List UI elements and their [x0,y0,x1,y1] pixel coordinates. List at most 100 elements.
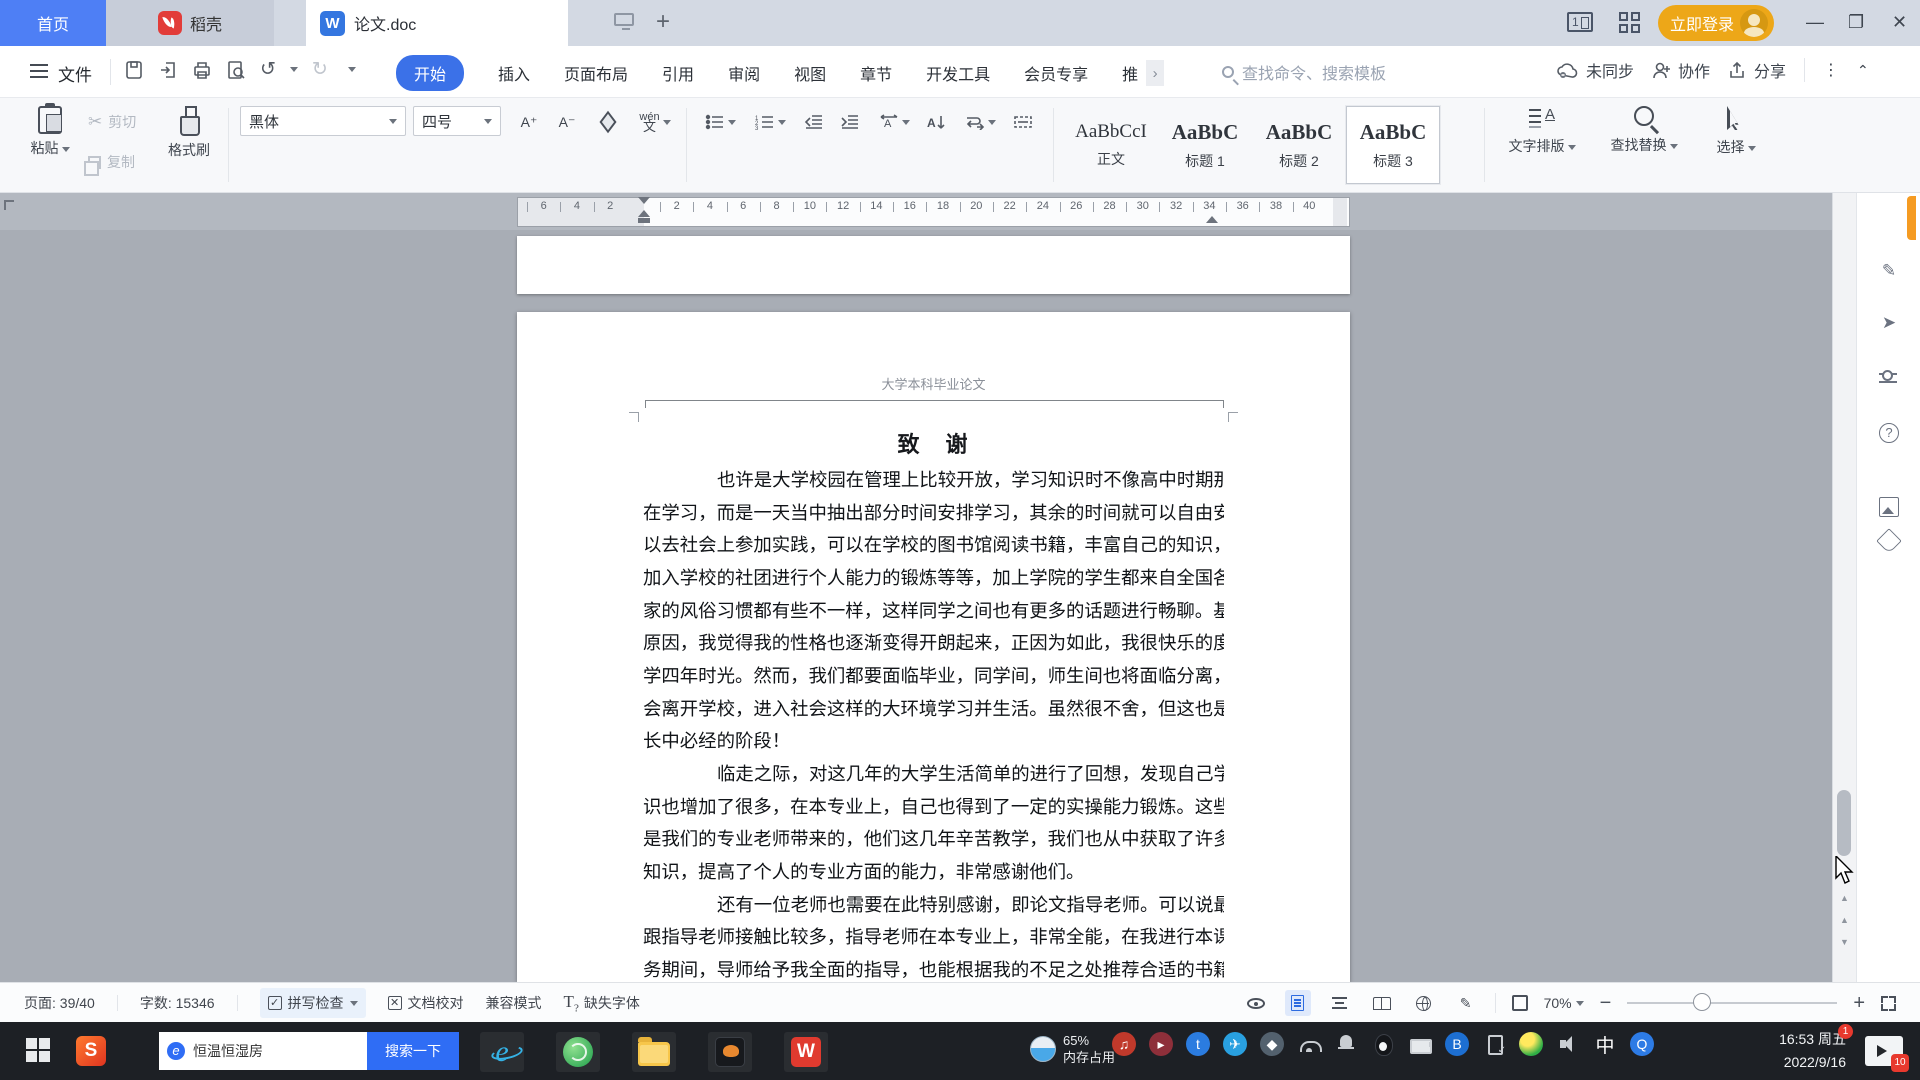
paste-button[interactable]: 粘贴 [22,103,78,158]
hanging-indent-marker[interactable] [638,210,650,217]
cut-button[interactable]: ✂ 剪切 [88,112,136,132]
usb-tray-icon[interactable] [1482,1032,1506,1056]
decrease-font-button[interactable]: A⁻ [551,106,583,138]
share-button[interactable]: 分享 [1728,58,1786,82]
text-line[interactable]: 知识，提高了个人的专业方面的能力，非常感谢他们。 [643,856,1224,889]
right-indent-marker[interactable] [1206,216,1218,223]
export-button[interactable] [158,60,178,80]
sync-status[interactable]: 未同步 [1556,58,1634,82]
minimize-button[interactable]: — [1806,12,1824,33]
volume-tray-icon[interactable] [1556,1032,1580,1056]
help-icon[interactable]: ? [1879,423,1899,443]
style-preset[interactable]: AaBbC 标题 2 [1252,106,1346,184]
text-line[interactable]: 也许是大学校园在管理上比较开放，学习知识时不像高中时期那样一整天都 [643,464,1224,497]
fit-page-icon[interactable] [1511,995,1528,1011]
print-preview-button[interactable] [226,60,246,80]
menu-tab[interactable]: 开发工具 [926,61,990,85]
zoom-level[interactable]: 70% [1544,995,1584,1011]
zoom-out-button[interactable]: − [1600,992,1612,1015]
collapse-ribbon-icon[interactable]: ⌃ [1857,62,1869,79]
bullets-button[interactable] [698,106,742,138]
missing-font-button[interactable]: T? 缺失字体 [564,992,640,1014]
phonetic-guide-button[interactable]: wén 文 [633,106,677,138]
body-text[interactable]: 也许是大学校园在管理上比较开放，学习知识时不像高中时期那样一整天都在学习，而是一… [643,464,1224,982]
numbering-button[interactable]: 123 [748,106,792,138]
style-preset[interactable]: AaBbCcI 正文 [1064,106,1158,184]
wps-taskbar-icon[interactable]: W [784,1032,828,1072]
menu-tab[interactable]: 推 [1122,61,1138,85]
text-line[interactable]: 加入学校的社团进行个人能力的锻炼等等，加上学院的学生都来自全国各地，大 [643,562,1224,595]
edit-pen-icon[interactable]: ✎ [1879,261,1899,281]
home-tab[interactable]: 首页 [0,0,106,46]
zoom-in-button[interactable]: + [1853,992,1865,1015]
increase-font-button[interactable]: A⁺ [513,106,545,138]
previous-page-icon[interactable]: ▲ [1840,915,1849,925]
clear-format-button[interactable] [591,106,625,138]
zoom-slider-handle[interactable] [1693,993,1712,1011]
text-line[interactable]: 长中必经的阶段！ [643,725,1224,758]
show-marks-button[interactable] [958,106,1002,138]
promo-tab-orange[interactable] [1907,196,1916,240]
more-menu-icon[interactable]: ⋮ [1823,60,1839,80]
bell-tray-icon[interactable] [1334,1032,1358,1056]
apps-grid-icon[interactable] [1619,12,1641,34]
menu-tab[interactable]: 会员专享 [1024,61,1088,85]
text-line[interactable]: 学四年时光。然而，我们都要面临毕业，同学间，师生间也将面临分离，我们都 [643,660,1224,693]
ie-taskbar-icon[interactable]: e [480,1032,524,1072]
word-count[interactable]: 字数: 15346 [140,993,215,1013]
browser-taskbar-icon[interactable] [556,1032,600,1072]
integrated-mode-icon[interactable]: 1 [1567,12,1593,32]
style-preset[interactable]: AaBbC 标题 1 [1158,106,1252,184]
read-view-icon[interactable] [1369,990,1395,1016]
scroll-up-icon[interactable]: ▲ [1840,893,1849,903]
font-name-select[interactable]: 黑体 [240,106,406,136]
close-button[interactable]: ✕ [1892,12,1907,33]
restore-button[interactable]: ❐ [1848,12,1864,33]
hamburger-icon[interactable] [30,64,48,78]
text-line[interactable]: 跟指导老师接触比较多，指导老师在本专业上，非常全能，在我进行本课题的任 [643,921,1224,954]
decrease-indent-button[interactable] [798,106,830,138]
text-line[interactable]: 原因，我觉得我的性格也逐渐变得开朗起来，正因为如此，我很快乐的度过了大 [643,627,1224,660]
undo-button[interactable]: ↺ [260,58,276,81]
player-tray-icon[interactable]: ▸ [1149,1032,1173,1056]
menu-tab[interactable]: 插入 [498,61,530,85]
tab-home-ribbon[interactable]: 开始 [396,55,465,91]
font-size-select[interactable]: 四号 [413,106,501,136]
fullscreen-icon[interactable] [1881,995,1896,1011]
taskbar-search-button[interactable]: 搜索一下 [367,1032,459,1070]
style-preset[interactable]: AaBbC 标题 3 [1346,106,1440,184]
qq-tray-icon[interactable] [1371,1032,1395,1056]
network-tray-icon[interactable] [1297,1032,1322,1056]
text-typeset-button[interactable]: 文字排版 [1498,106,1586,156]
taskbar-clock[interactable]: 16:53 周五 2022/9/16 1 [1742,1024,1853,1074]
text-line[interactable]: 临走之际，对这几年的大学生活简单的进行了回想，发现自己学到的专业知 [643,758,1224,791]
login-button[interactable]: 立即登录 [1658,5,1774,41]
tray-expand-button[interactable]: 10 [1865,1036,1909,1072]
menu-tab[interactable]: 页面布局 [564,61,628,85]
menu-tab[interactable]: 审阅 [728,61,760,85]
ime-tray-icon[interactable]: 中 [1593,1032,1617,1057]
plane-tray-icon[interactable]: ✈ [1223,1032,1247,1056]
dark-app-taskbar-icon[interactable] [708,1032,752,1072]
music-tray-icon[interactable]: ♫ [1112,1032,1136,1056]
spellcheck-toggle[interactable]: ✓ 拼写检查 [259,988,366,1018]
next-page-icon[interactable]: ▼ [1840,937,1849,947]
collaborate-button[interactable]: 协作 [1652,58,1710,82]
start-button[interactable] [26,1038,52,1064]
first-line-indent-marker[interactable] [638,197,650,204]
scrollbar-thumb[interactable] [1837,790,1851,856]
tim-tray-icon[interactable]: t [1186,1032,1210,1056]
pointer-tool-icon[interactable]: ➤ [1879,313,1899,333]
adjust-tool-icon[interactable] [1879,368,1899,388]
print-button[interactable] [192,60,212,80]
more-commands-icon[interactable] [347,67,356,72]
sogou-input-icon[interactable]: S [76,1036,106,1066]
copy-button[interactable]: 复制 [84,152,135,176]
explorer-taskbar-icon[interactable] [632,1032,676,1072]
memory-usage-ball[interactable]: 65% 内存占用 [1030,1032,1115,1066]
left-indent-marker[interactable] [638,218,650,223]
paragraph-layout-button[interactable] [1006,106,1040,138]
text-line[interactable]: 在学习，而是一天当中抽出部分时间安排学习，其余的时间就可以自由安排，可 [643,497,1224,530]
text-line[interactable]: 会离开学校，进入社会这样的大环境学习并生活。虽然很不舍，但这也是人生成 [643,693,1224,726]
text-line[interactable]: 以去社会上参加实践，可以在学校的图书馆阅读书籍，丰富自己的知识，也可以 [643,529,1224,562]
